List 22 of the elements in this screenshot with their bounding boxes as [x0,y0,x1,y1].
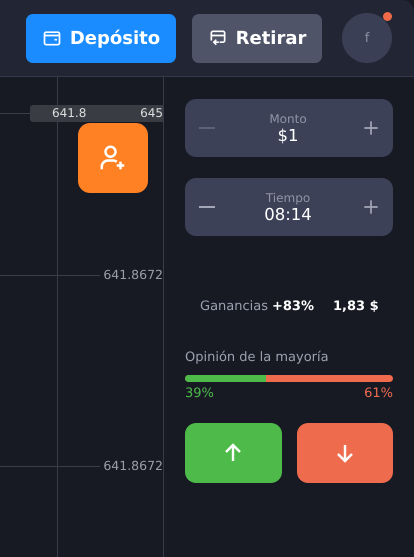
price-text: 645 [140,105,163,122]
axis-label: 641.8672 [103,267,163,282]
payout-amount: 1,83 $ [333,299,379,314]
minus-icon [199,127,215,129]
stepper-field[interactable]: Monto $1 [185,99,393,157]
minus-icon [199,206,215,208]
payout-label: Ganancias [200,299,268,314]
field-value: $1 [277,126,298,144]
up-percent: 39% [185,386,214,401]
field-label: Monto [269,112,307,126]
down-percent: 61% [364,386,393,401]
majority-label: Opinión de la mayoría [185,350,330,365]
add-user-button[interactable] [78,123,148,193]
down-button[interactable] [296,423,393,483]
price-text: 641.8 [52,105,86,122]
field-label: Tiempo [266,190,310,204]
stepper-field[interactable]: Tiempo 08:14 [185,178,393,236]
axis-label: 641.8672 [103,458,163,473]
field-value: 08:14 [264,204,312,224]
payout-percent: +83% [272,299,314,314]
withdraw-button[interactable]: Retirar [192,14,322,62]
card-arrow-icon [208,28,228,48]
